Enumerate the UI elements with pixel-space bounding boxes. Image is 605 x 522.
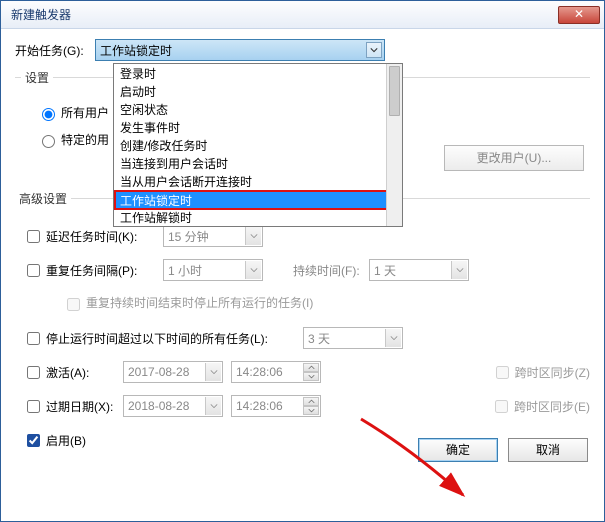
spin-down-icon[interactable]: [303, 406, 319, 415]
dropdown-option[interactable]: 当从用户会话断开连接时: [114, 172, 402, 190]
dropdown-option[interactable]: 空闲状态: [114, 100, 402, 118]
duration-select[interactable]: 1 天: [369, 259, 469, 281]
activate-label: 激活(A):: [46, 364, 89, 381]
specific-user-radio[interactable]: [42, 135, 55, 148]
ok-label: 确定: [446, 443, 470, 457]
chevron-down-icon: [385, 329, 401, 347]
dropdown-option-selected[interactable]: 工作站锁定时: [114, 190, 402, 210]
scrollbar[interactable]: [386, 64, 402, 226]
enable-label: 启用(B): [46, 432, 86, 449]
footer-buttons: 确定 取消: [418, 438, 588, 462]
repeat-value: 1 小时: [168, 262, 202, 279]
stop-on-end-label: 重复持续时间结束时停止所有运行的任务(I): [86, 296, 313, 310]
spin-up-icon[interactable]: [303, 363, 319, 372]
spin-up-icon[interactable]: [303, 397, 319, 406]
dropdown-option[interactable]: 创建/修改任务时: [114, 136, 402, 154]
spinner[interactable]: [303, 363, 319, 381]
activate-time[interactable]: 14:28:06: [231, 361, 321, 383]
expire-date-value: 2018-08-28: [128, 399, 189, 413]
delay-label: 延迟任务时间(K):: [46, 228, 137, 245]
cancel-label: 取消: [536, 443, 560, 457]
all-users-radio[interactable]: [42, 108, 55, 121]
delay-value: 15 分钟: [168, 228, 209, 245]
start-task-combo[interactable]: 工作站锁定时: [95, 39, 385, 61]
stop-on-end-checkbox: [67, 298, 80, 311]
dropdown-option[interactable]: 当连接到用户会话时: [114, 154, 402, 172]
activate-time-value: 14:28:06: [236, 365, 283, 379]
dropdown-option[interactable]: 登录时: [114, 64, 402, 82]
expire-time-value: 14:28:06: [236, 399, 283, 413]
dialog-window: 新建触发器 ✕ 开始任务(G): 工作站锁定时 登录时启动时空闲状态发生事件时创…: [0, 0, 605, 522]
settings-legend: 设置: [21, 69, 53, 86]
delay-checkbox[interactable]: [27, 230, 40, 243]
repeat-label: 重复任务间隔(P):: [46, 262, 137, 279]
change-user-label: 更改用户(U)...: [477, 151, 552, 165]
activate-checkbox[interactable]: [27, 366, 40, 379]
tz2-checkbox: [495, 400, 508, 413]
spinner[interactable]: [303, 397, 319, 415]
window-title: 新建触发器: [11, 6, 558, 23]
chevron-down-icon: [245, 261, 261, 279]
dropdown-option[interactable]: 工作站锁定时: [114, 190, 402, 208]
duration-label: 持续时间(F):: [293, 262, 360, 279]
start-task-label: 开始任务(G):: [15, 42, 95, 59]
activate-date-value: 2017-08-28: [128, 365, 189, 379]
content-area: 开始任务(G): 工作站锁定时 登录时启动时空闲状态发生事件时创建/修改任务时当…: [1, 29, 604, 474]
calendar-arrow-icon: [205, 397, 221, 415]
chevron-down-icon: [366, 42, 382, 58]
specific-user-label: 特定的用: [61, 131, 109, 148]
calendar-arrow-icon: [205, 363, 221, 381]
start-task-value: 工作站锁定时: [100, 42, 172, 59]
stop-longer-value: 3 天: [308, 330, 330, 347]
stop-longer-checkbox[interactable]: [27, 332, 40, 345]
stop-longer-label: 停止运行时间超过以下时间的所有任务(L):: [46, 330, 268, 347]
expire-checkbox[interactable]: [27, 400, 40, 413]
activate-date[interactable]: 2017-08-28: [123, 361, 223, 383]
close-button[interactable]: ✕: [558, 6, 600, 24]
dropdown-option[interactable]: 发生事件时: [114, 118, 402, 136]
start-task-dropdown[interactable]: 登录时启动时空闲状态发生事件时创建/修改任务时当连接到用户会话时当从用户会话断开…: [113, 63, 403, 227]
titlebar: 新建触发器 ✕: [1, 1, 604, 29]
close-icon: ✕: [574, 7, 584, 21]
all-users-label: 所有用户: [61, 104, 109, 121]
tz2-label: 跨时区同步(E): [514, 398, 590, 415]
change-user-button[interactable]: 更改用户(U)...: [444, 145, 584, 171]
duration-value: 1 天: [374, 262, 396, 279]
spin-down-icon[interactable]: [303, 372, 319, 381]
repeat-checkbox[interactable]: [27, 264, 40, 277]
advanced-group: 高级设置 延迟任务时间(K): 15 分钟 重复任务间隔(P): 1 小时 持续…: [15, 198, 590, 452]
cancel-button[interactable]: 取消: [508, 438, 588, 462]
dropdown-option[interactable]: 工作站解锁时: [114, 208, 402, 226]
chevron-down-icon: [245, 227, 261, 245]
scroll-thumb[interactable]: [389, 66, 400, 116]
dropdown-option[interactable]: 启动时: [114, 82, 402, 100]
expire-label: 过期日期(X):: [46, 398, 113, 415]
ok-button[interactable]: 确定: [418, 438, 498, 462]
expire-date[interactable]: 2018-08-28: [123, 395, 223, 417]
enable-checkbox[interactable]: [27, 434, 40, 447]
stop-longer-select[interactable]: 3 天: [303, 327, 403, 349]
delay-select[interactable]: 15 分钟: [163, 225, 263, 247]
tz1-checkbox: [496, 366, 509, 379]
repeat-select[interactable]: 1 小时: [163, 259, 263, 281]
tz1-label: 跨时区同步(Z): [515, 364, 590, 381]
chevron-down-icon: [451, 261, 467, 279]
expire-time[interactable]: 14:28:06: [231, 395, 321, 417]
advanced-legend: 高级设置: [15, 190, 71, 207]
